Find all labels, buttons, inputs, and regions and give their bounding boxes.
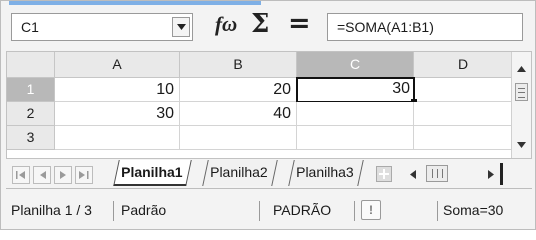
name-box-value: C1 <box>21 19 39 35</box>
cell-b2[interactable]: 40 <box>180 102 297 126</box>
caret-down-icon <box>517 142 526 148</box>
cell-d3[interactable] <box>414 126 513 150</box>
sheet-grid: A B C D 1 2 3 10 20 30 30 40 <box>6 51 532 159</box>
vertical-scroll-thumb[interactable] <box>515 83 528 101</box>
cell-b3[interactable] <box>180 126 297 150</box>
previous-sheet-button[interactable] <box>33 166 51 184</box>
cell-c3[interactable] <box>297 126 414 150</box>
status-divider <box>354 201 355 221</box>
last-icon <box>79 171 89 179</box>
scroll-down-button[interactable] <box>512 138 531 152</box>
sheet-indicator[interactable]: Planilha 1 / 3 <box>11 202 109 218</box>
column-header-b[interactable]: B <box>180 52 297 78</box>
split-handle[interactable] <box>500 163 503 185</box>
cell-a3[interactable] <box>55 126 180 150</box>
caret-left-icon <box>410 169 416 179</box>
status-bar: Planilha 1 / 3 Padrão PADRÃO ! Soma=30 <box>1 193 535 229</box>
caret-up-icon <box>517 66 526 72</box>
first-sheet-button[interactable] <box>12 166 30 184</box>
row-header-3[interactable]: 3 <box>7 126 55 150</box>
status-divider <box>113 201 114 221</box>
grip-icon <box>432 169 443 178</box>
tab-label: Planilha2 <box>210 164 268 180</box>
function-icon[interactable]: = <box>288 8 311 39</box>
window-accent-bar <box>9 1 261 5</box>
select-all-corner[interactable] <box>7 52 55 78</box>
row-header-2[interactable]: 2 <box>7 102 55 126</box>
document-modified-icon[interactable]: ! <box>361 200 381 220</box>
page-style[interactable]: Padrão <box>121 202 166 218</box>
status-divider <box>437 201 438 221</box>
scroll-right-button[interactable] <box>484 167 498 181</box>
last-sheet-button[interactable] <box>75 166 93 184</box>
sum-icon[interactable]: Σ <box>251 9 269 39</box>
add-sheet-button[interactable] <box>376 166 392 182</box>
cell-c2[interactable] <box>297 102 414 126</box>
cell-a2[interactable]: 30 <box>55 102 180 126</box>
cell-d2[interactable] <box>414 102 513 126</box>
function-wizard-icon[interactable]: fω <box>215 12 237 37</box>
column-header-d[interactable]: D <box>414 52 513 78</box>
cell-d1[interactable] <box>415 78 513 102</box>
next-sheet-button[interactable] <box>54 166 72 184</box>
caret-left-icon <box>39 171 46 179</box>
formula-input[interactable]: =SOMA(A1:B1) <box>327 13 523 41</box>
first-icon <box>16 171 25 179</box>
vertical-scrollbar[interactable] <box>511 52 531 158</box>
insert-mode[interactable]: PADRÃO <box>273 202 331 218</box>
tab-planilha2[interactable]: Planilha2 <box>202 160 278 186</box>
tab-planilha1[interactable]: Planilha1 <box>113 160 193 186</box>
column-header-c[interactable]: C <box>297 52 414 78</box>
cell-c1[interactable]: 30 <box>296 77 415 103</box>
chevron-down-icon <box>176 24 186 30</box>
status-divider <box>259 201 260 221</box>
tab-planilha3[interactable]: Planilha3 <box>288 160 364 186</box>
sum-display[interactable]: Soma=30 <box>443 202 503 218</box>
name-box[interactable]: C1 <box>11 13 193 41</box>
horizontal-scroll-thumb[interactable] <box>426 165 448 182</box>
horizontal-scrollbar[interactable] <box>396 163 504 185</box>
scroll-left-button[interactable] <box>406 167 420 181</box>
formula-bar: C1 fω Σ = =SOMA(A1:B1) <box>1 7 535 45</box>
sheet-tab-bar: Planilha1 Planilha2 Planilha3 <box>6 159 532 189</box>
tab-label: Planilha3 <box>296 164 354 180</box>
caret-right-icon <box>488 169 494 179</box>
caret-right-icon <box>59 171 66 179</box>
row-header-1[interactable]: 1 <box>7 78 55 102</box>
cell-b1[interactable]: 20 <box>180 78 297 102</box>
plus-icon <box>379 169 389 179</box>
column-header-a[interactable]: A <box>55 52 180 78</box>
formula-value: =SOMA(A1:B1) <box>337 19 434 35</box>
spreadsheet-window: C1 fω Σ = =SOMA(A1:B1) A B C D 1 2 3 10 … <box>0 0 536 230</box>
grip-icon <box>518 88 525 98</box>
tab-label: Planilha1 <box>121 164 183 180</box>
cell-a1[interactable]: 10 <box>55 78 180 102</box>
name-box-dropdown-button[interactable] <box>172 17 190 37</box>
scroll-up-button[interactable] <box>512 62 531 76</box>
